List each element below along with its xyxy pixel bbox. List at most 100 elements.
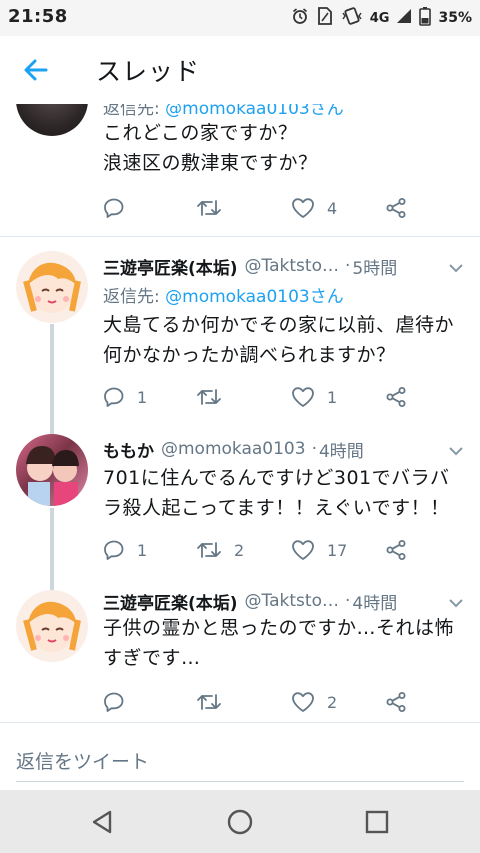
like-count: 2 bbox=[327, 692, 338, 712]
user-handle[interactable]: @Taktsto… bbox=[245, 591, 339, 611]
share-button[interactable] bbox=[385, 383, 407, 411]
tweet-text-line: 何かなかったか調べられますか？ bbox=[103, 344, 396, 366]
tweet-text-line: 浪速区の敷津東ですか？ bbox=[103, 152, 318, 174]
mention-link[interactable]: @momokaa0103さん bbox=[165, 104, 344, 119]
mention-link[interactable]: @momokaa0103さん bbox=[165, 287, 344, 307]
display-name[interactable]: 三遊亭匠楽(本垢) bbox=[103, 589, 238, 614]
heart-icon bbox=[292, 540, 314, 560]
tweet-item[interactable]: 三遊亭匠楽(本垢) @Taktsto… · 5時間 返信先: @momokaa0… bbox=[0, 237, 480, 417]
nav-recents-button[interactable] bbox=[362, 807, 392, 837]
like-count: 17 bbox=[327, 540, 348, 560]
tweet-actions: 1 2 17 bbox=[103, 536, 423, 564]
reply-button[interactable] bbox=[103, 194, 137, 222]
circle-home-icon bbox=[227, 809, 253, 835]
retweet-button[interactable] bbox=[196, 688, 234, 716]
arrow-left-icon bbox=[24, 59, 48, 81]
nav-back-button[interactable] bbox=[88, 807, 118, 837]
share-icon bbox=[386, 540, 406, 560]
like-button[interactable]: 4 bbox=[291, 194, 337, 222]
like-button[interactable]: 17 bbox=[291, 536, 347, 564]
display-name[interactable]: 三遊亭匠楽(本垢) bbox=[103, 254, 238, 279]
retweet-icon bbox=[197, 694, 221, 710]
timestamp: 4時間 bbox=[352, 593, 398, 614]
reply-icon bbox=[104, 387, 124, 407]
tweet-text-line: 大島てるか何かでその家に以前、虐待か bbox=[103, 314, 455, 336]
reply-to-label: 返信先: bbox=[103, 104, 166, 119]
tweet-text: これどこの家ですか？ 浪速区の敷津東ですか？ bbox=[103, 118, 473, 178]
like-count: 4 bbox=[327, 198, 338, 218]
tweet-actions: 2 bbox=[103, 688, 423, 716]
avatar[interactable] bbox=[16, 251, 88, 323]
tweet-actions: 1 1 bbox=[103, 383, 423, 411]
battery-icon bbox=[419, 6, 432, 30]
divider bbox=[16, 781, 464, 782]
user-handle[interactable]: @momokaa0103 bbox=[161, 439, 306, 459]
nav-home-button[interactable] bbox=[225, 807, 255, 837]
status-icons: 4G 35% bbox=[291, 4, 472, 32]
thread-list[interactable]: 返信先: @momokaa0103さん これどこの家ですか？ 浪速区の敷津東です… bbox=[0, 104, 480, 722]
display-name[interactable]: ももか bbox=[103, 437, 154, 462]
battery-percent: 35% bbox=[438, 10, 472, 26]
reply-composer: 返信をツイート bbox=[0, 722, 480, 790]
square-recents-icon bbox=[365, 810, 389, 834]
tweet-header: ももか @momokaa0103 · 4時間 bbox=[103, 434, 464, 464]
reply-to-label: 返信先: bbox=[103, 287, 166, 307]
like-button[interactable]: 2 bbox=[291, 688, 337, 716]
retweet-button[interactable] bbox=[196, 194, 234, 222]
dot-separator: · bbox=[344, 256, 351, 276]
reply-icon bbox=[104, 198, 124, 218]
tweet-text-line: これどこの家ですか？ bbox=[103, 122, 298, 144]
avatar[interactable] bbox=[16, 590, 88, 662]
status-time: 21:58 bbox=[8, 6, 68, 27]
share-button[interactable] bbox=[385, 536, 407, 564]
tweet-text: 大島てるか何かでその家に以前、虐待か 何かなかったか調べられますか？ bbox=[103, 310, 473, 370]
tweet-item[interactable]: 返信先: @momokaa0103さん これどこの家ですか？ 浪速区の敷津東です… bbox=[0, 104, 480, 236]
reply-count: 1 bbox=[137, 387, 148, 407]
tweet-text-line: ラ殺人起こってます！！えぐいです！！ bbox=[103, 497, 450, 519]
retweet-button[interactable] bbox=[196, 383, 234, 411]
like-button[interactable]: 1 bbox=[291, 383, 337, 411]
share-icon bbox=[386, 692, 406, 712]
avatar[interactable] bbox=[16, 104, 88, 136]
reply-button[interactable]: 1 bbox=[103, 536, 147, 564]
alarm-icon bbox=[291, 7, 309, 29]
back-button[interactable] bbox=[20, 54, 52, 86]
network-type: 4G bbox=[369, 10, 390, 26]
tweet-menu-button[interactable] bbox=[448, 442, 464, 461]
dot-separator: · bbox=[311, 439, 317, 459]
share-icon bbox=[386, 387, 406, 407]
dot-separator: · bbox=[344, 591, 351, 611]
system-nav-bar bbox=[0, 790, 480, 853]
sim-icon bbox=[316, 6, 334, 30]
retweet-button[interactable]: 2 bbox=[196, 536, 244, 564]
tweet-item[interactable]: ももか @momokaa0103 · 4時間 701に住んでるんですけど301で… bbox=[0, 422, 480, 572]
share-button[interactable] bbox=[385, 194, 407, 222]
chevron-down-icon bbox=[449, 599, 463, 608]
heart-icon bbox=[292, 692, 314, 712]
app-header: スレッド bbox=[0, 36, 480, 104]
tweet-text: 子供の霊かと思ったのですか…それは怖 すぎです… bbox=[103, 613, 473, 673]
tweet-header: 三遊亭匠楽(本垢) @Taktsto… · 4時間 bbox=[103, 586, 464, 616]
triangle-back-icon bbox=[92, 810, 112, 834]
status-bar: 21:58 4G 35% bbox=[0, 0, 480, 36]
tweet-menu-button[interactable] bbox=[448, 594, 464, 613]
reply-button[interactable]: 1 bbox=[103, 383, 147, 411]
chevron-down-icon bbox=[449, 447, 463, 456]
tweet-text-line: すぎです… bbox=[103, 647, 201, 669]
reply-button[interactable] bbox=[103, 688, 137, 716]
reply-icon bbox=[104, 540, 124, 560]
reply-input[interactable]: 返信をツイート bbox=[16, 747, 149, 774]
signal-icon bbox=[396, 8, 412, 28]
retweet-icon bbox=[197, 542, 221, 558]
share-button[interactable] bbox=[385, 688, 407, 716]
tweet-item[interactable]: 三遊亭匠楽(本垢) @Taktsto… · 4時間 子供の霊かと思ったのですか…… bbox=[0, 576, 480, 722]
vibrate-icon bbox=[341, 7, 363, 29]
heart-icon bbox=[292, 387, 314, 407]
user-handle[interactable]: @Taktsto… bbox=[245, 256, 339, 276]
tweet-header: 三遊亭匠楽(本垢) @Taktsto… · 5時間 bbox=[103, 251, 464, 281]
timestamp: 5時間 bbox=[352, 258, 398, 279]
reply-to-line: 返信先: @momokaa0103さん bbox=[103, 282, 344, 307]
page-title: スレッド bbox=[96, 57, 201, 86]
avatar[interactable] bbox=[16, 434, 88, 506]
tweet-menu-button[interactable] bbox=[448, 259, 464, 278]
